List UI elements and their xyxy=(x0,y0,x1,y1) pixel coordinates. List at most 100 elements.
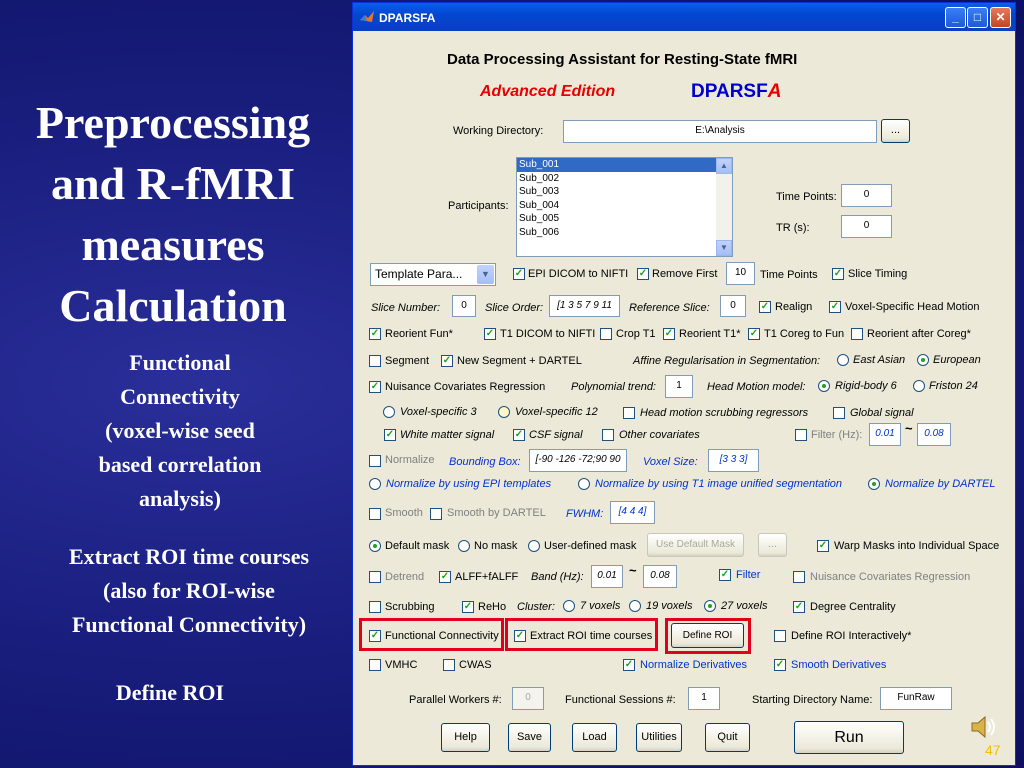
t1-coreg-checkbox[interactable]: ✓ xyxy=(748,328,760,340)
no-mask-radio[interactable] xyxy=(458,540,470,552)
template-dropdown[interactable]: Template Para... ▼ xyxy=(370,263,496,286)
head-motion-scrubbing-checkbox[interactable] xyxy=(623,407,635,419)
starting-dir-field[interactable]: FunRaw xyxy=(880,687,952,710)
utilities-button[interactable]: Utilities xyxy=(636,723,682,752)
list-item[interactable]: Sub_006 xyxy=(517,226,732,240)
tr-field[interactable]: 0 xyxy=(841,215,892,238)
segment-checkbox[interactable] xyxy=(369,355,381,367)
speaker-icon[interactable] xyxy=(968,712,998,742)
crop-t1-checkbox[interactable] xyxy=(600,328,612,340)
chevron-down-icon[interactable]: ▼ xyxy=(477,265,494,284)
help-button[interactable]: Help xyxy=(441,723,490,752)
alff-checkbox[interactable]: ✓ xyxy=(439,571,451,583)
scrubbing-checkbox[interactable] xyxy=(369,601,381,613)
normalize-checkbox[interactable] xyxy=(369,455,381,467)
voxels-19-radio[interactable] xyxy=(629,600,641,612)
detrend-checkbox[interactable] xyxy=(369,571,381,583)
band-high-field[interactable]: 0.08 xyxy=(643,565,677,588)
quit-button[interactable]: Quit xyxy=(705,723,750,752)
voxels-7-radio[interactable] xyxy=(563,600,575,612)
fwhm-field[interactable]: [4 4 4] xyxy=(610,501,655,524)
reference-slice-field[interactable]: 0 xyxy=(720,295,746,317)
reorient-t1-checkbox[interactable]: ✓ xyxy=(663,328,675,340)
norm-t1-radio[interactable] xyxy=(578,478,590,490)
reorient-fun-checkbox[interactable]: ✓ xyxy=(369,328,381,340)
cwas-checkbox[interactable] xyxy=(443,659,455,671)
slice-order-field[interactable]: [1 3 5 7 9 11 xyxy=(549,295,620,317)
csf-signal-checkbox[interactable]: ✓ xyxy=(513,429,525,441)
user-defined-mask-radio[interactable] xyxy=(528,540,540,552)
epi-dicom-checkbox[interactable]: ✓ xyxy=(513,268,525,280)
east-asian-radio[interactable] xyxy=(837,354,849,366)
working-dir-field[interactable]: E:\Analysis xyxy=(563,120,877,143)
smooth-dartel-checkbox[interactable] xyxy=(430,508,442,520)
nuisance-cov-reg-checkbox[interactable] xyxy=(793,571,805,583)
list-item[interactable]: Sub_001 xyxy=(517,158,732,172)
time-points-field[interactable]: 0 xyxy=(841,184,892,207)
norm-epi-radio[interactable] xyxy=(369,478,381,490)
other-covariates-checkbox[interactable] xyxy=(602,429,614,441)
remove-first-field[interactable]: 10 xyxy=(726,262,755,285)
slice-number-field[interactable]: 0 xyxy=(452,295,476,317)
friston-24-radio[interactable] xyxy=(913,380,925,392)
list-item[interactable]: Sub_005 xyxy=(517,212,732,226)
vmhc-label: VMHC xyxy=(385,659,418,671)
load-button[interactable]: Load xyxy=(572,723,617,752)
mask-browse-button[interactable]: ... xyxy=(758,533,787,557)
european-radio[interactable] xyxy=(917,354,929,366)
participants-scrollbar[interactable]: ▲ ▼ xyxy=(716,158,732,256)
voxel-size-field[interactable]: [3 3 3] xyxy=(708,449,759,472)
scroll-down-icon[interactable]: ▼ xyxy=(716,240,732,256)
white-matter-checkbox[interactable]: ✓ xyxy=(384,429,396,441)
bounding-box-field[interactable]: [-90 -126 -72;90 90 xyxy=(529,449,627,472)
reorient-after-coreg-checkbox[interactable] xyxy=(851,328,863,340)
filter-low-field[interactable]: 0.01 xyxy=(869,423,901,446)
filter-hz-checkbox[interactable] xyxy=(795,429,807,441)
maximize-button[interactable]: □ xyxy=(967,7,988,28)
realign-checkbox[interactable]: ✓ xyxy=(759,301,771,313)
nuisance-checkbox[interactable]: ✓ xyxy=(369,381,381,393)
vmhc-checkbox[interactable] xyxy=(369,659,381,671)
norm-dartel-radio[interactable] xyxy=(868,478,880,490)
reho-checkbox[interactable]: ✓ xyxy=(462,601,474,613)
degree-centrality-checkbox[interactable]: ✓ xyxy=(793,601,805,613)
remove-first-checkbox[interactable]: ✓ xyxy=(637,268,649,280)
use-default-mask-button[interactable]: Use Default Mask xyxy=(647,533,744,557)
warp-masks-checkbox[interactable]: ✓ xyxy=(817,540,829,552)
define-roi-button[interactable]: Define ROI xyxy=(671,623,744,648)
slide-title-line: and R-fMRI xyxy=(50,158,296,209)
smooth-checkbox[interactable] xyxy=(369,508,381,520)
global-signal-checkbox[interactable] xyxy=(833,407,845,419)
minimize-button[interactable]: _ xyxy=(945,7,966,28)
list-item[interactable]: Sub_004 xyxy=(517,199,732,213)
window-titlebar[interactable]: DPARSFA _ □ ✕ xyxy=(353,3,1015,31)
rigid-body-6-radio[interactable] xyxy=(818,380,830,392)
scroll-up-icon[interactable]: ▲ xyxy=(716,158,732,174)
working-dir-browse-button[interactable]: ... xyxy=(881,119,910,143)
filter-high-field[interactable]: 0.08 xyxy=(917,423,951,446)
slice-timing-checkbox[interactable]: ✓ xyxy=(832,268,844,280)
band-low-field[interactable]: 0.01 xyxy=(591,565,623,588)
define-roi-interactively-checkbox[interactable] xyxy=(774,630,786,642)
normalize-derivatives-checkbox[interactable]: ✓ xyxy=(623,659,635,671)
default-mask-radio[interactable] xyxy=(369,540,381,552)
parallel-workers-field[interactable]: 0 xyxy=(512,687,544,710)
functional-sessions-field[interactable]: 1 xyxy=(688,687,720,710)
smooth-derivatives-checkbox[interactable]: ✓ xyxy=(774,659,786,671)
extract-roi-checkbox[interactable]: ✓ xyxy=(514,630,526,642)
participants-list[interactable]: Sub_001 Sub_002 Sub_003 Sub_004 Sub_005 … xyxy=(516,157,733,257)
list-item[interactable]: Sub_002 xyxy=(517,172,732,186)
polynomial-trend-field[interactable]: 1 xyxy=(665,375,693,398)
close-button[interactable]: ✕ xyxy=(990,7,1011,28)
new-segment-checkbox[interactable]: ✓ xyxy=(441,355,453,367)
run-button[interactable]: Run xyxy=(794,721,904,754)
voxels-27-radio[interactable] xyxy=(704,600,716,612)
save-button[interactable]: Save xyxy=(508,723,551,752)
voxel-specific-3-radio[interactable] xyxy=(383,406,395,418)
functional-connectivity-checkbox[interactable]: ✓ xyxy=(369,630,381,642)
filter-checkbox[interactable]: ✓ xyxy=(719,569,731,581)
voxel-specific-12-radio[interactable] xyxy=(498,406,510,418)
list-item[interactable]: Sub_003 xyxy=(517,185,732,199)
t1-dicom-checkbox[interactable]: ✓ xyxy=(484,328,496,340)
voxel-specific-head-motion-checkbox[interactable]: ✓ xyxy=(829,301,841,313)
